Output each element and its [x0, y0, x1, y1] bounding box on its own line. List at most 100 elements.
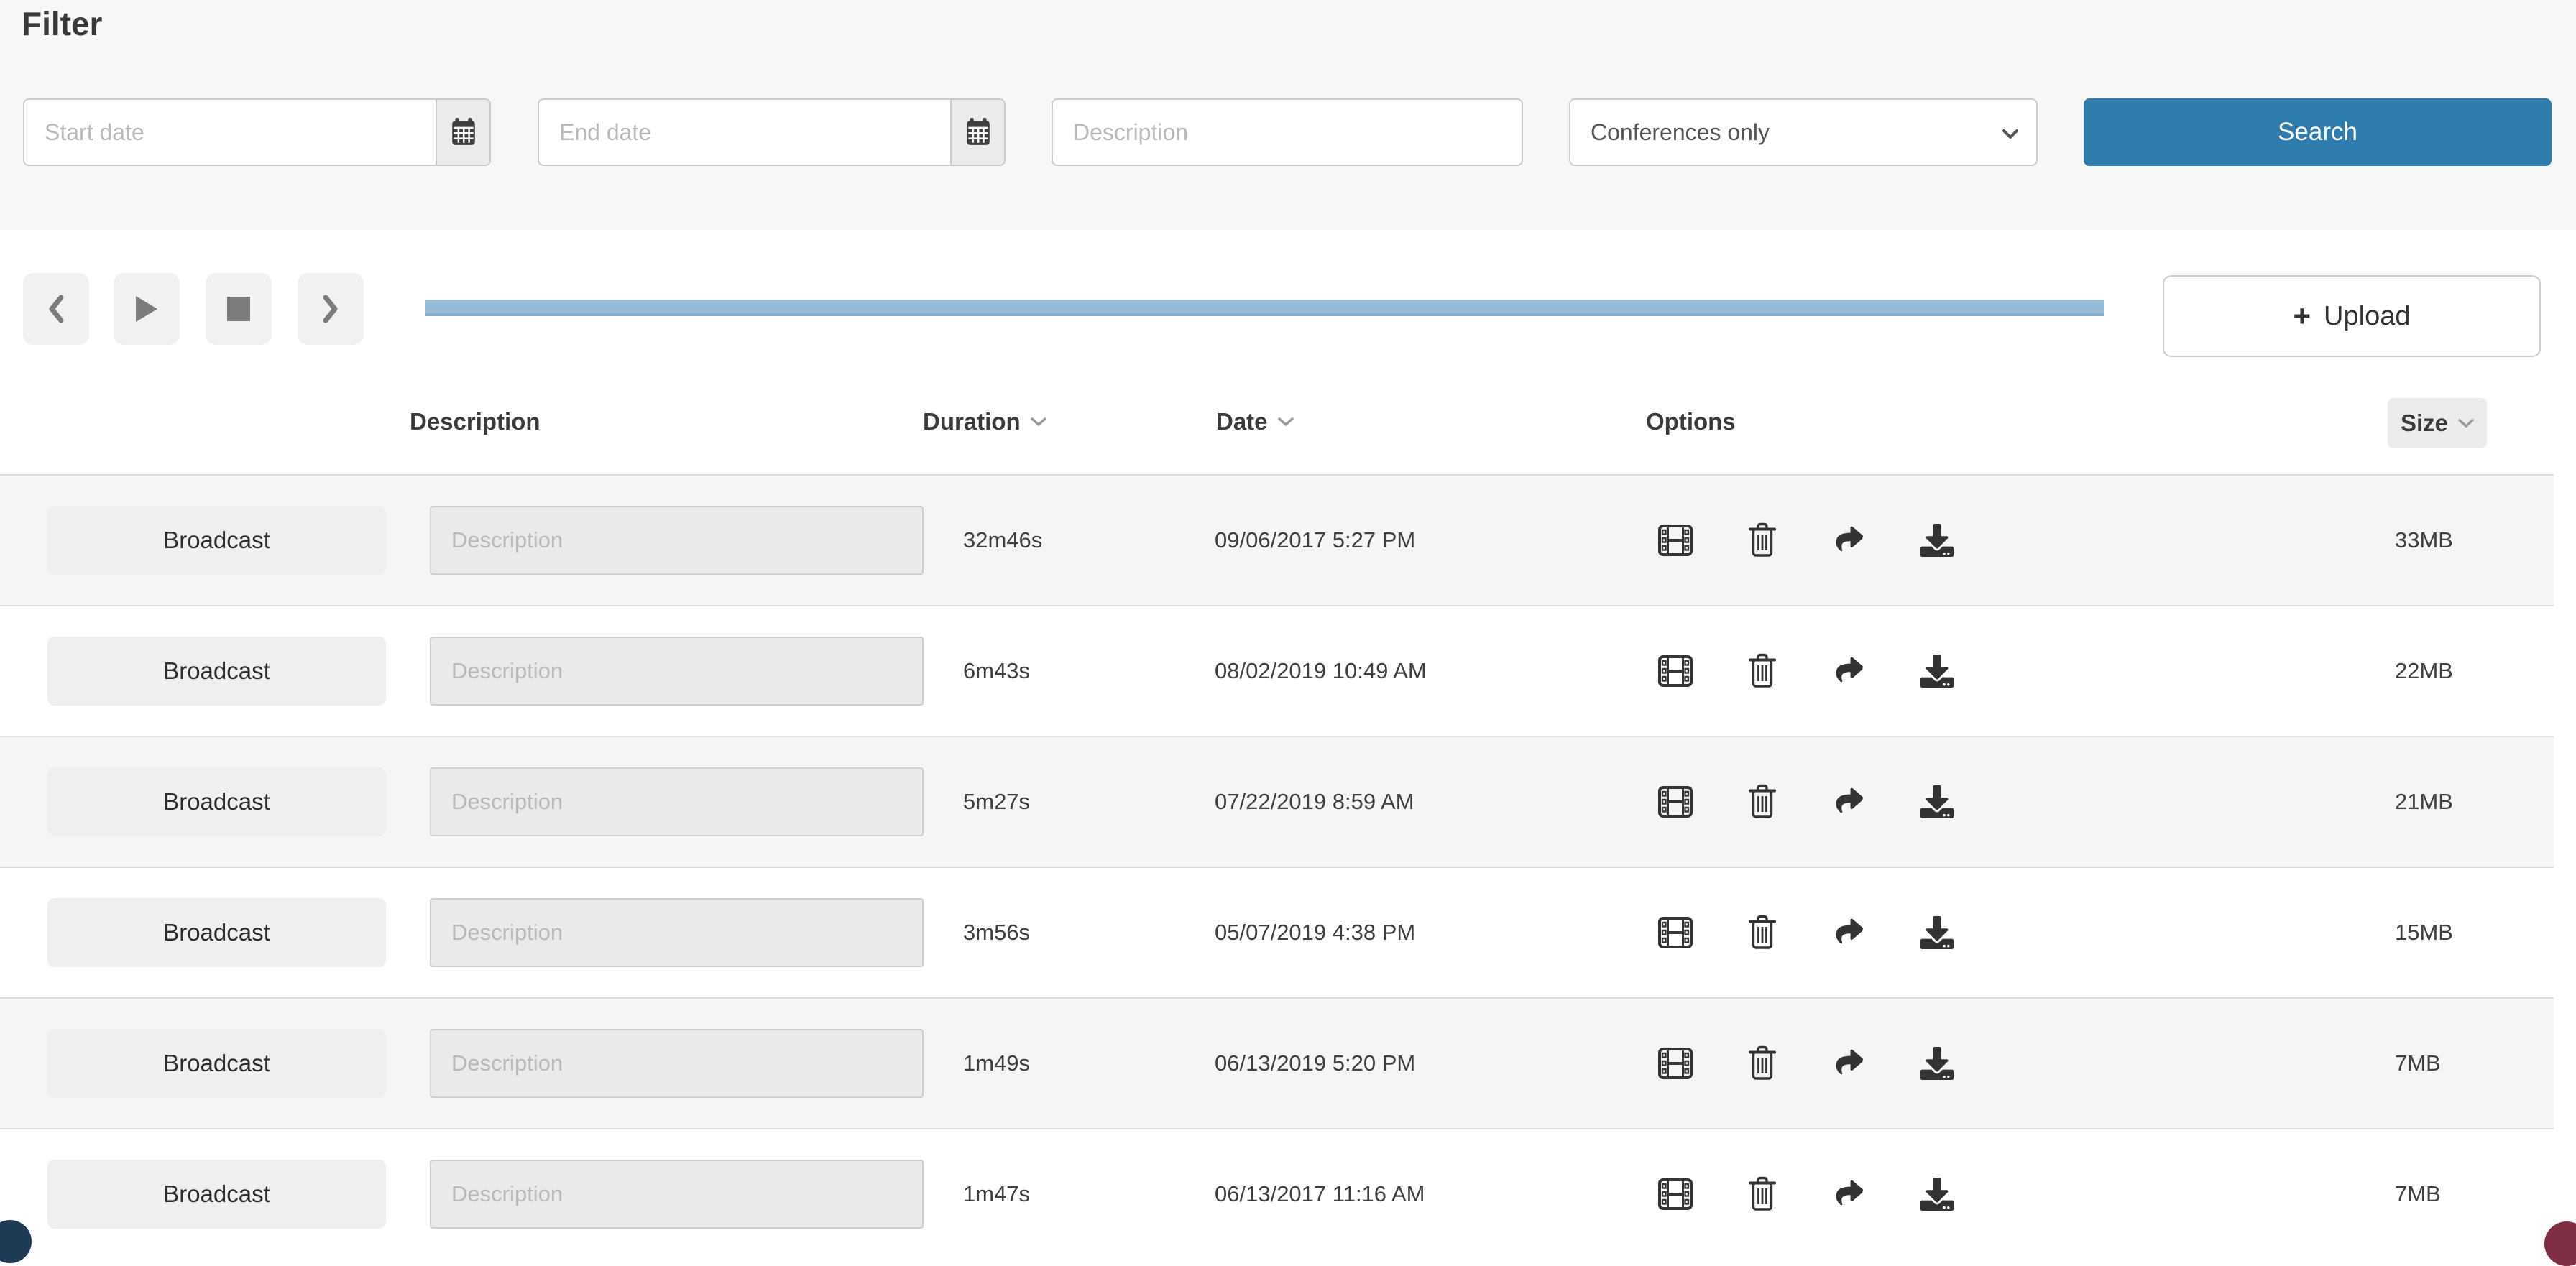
broadcast-button[interactable]: Broadcast — [47, 1160, 386, 1229]
film-icon — [1658, 786, 1693, 818]
next-button[interactable] — [298, 273, 364, 345]
date-cell: 07/22/2019 8:59 AM — [1215, 789, 1414, 814]
delete-button[interactable] — [1748, 1045, 1777, 1081]
download-button[interactable] — [1920, 524, 1954, 557]
column-header-duration-label: Duration — [923, 408, 1021, 435]
share-button[interactable] — [1831, 1049, 1866, 1078]
upload-button-label: Upload — [2324, 300, 2411, 331]
broadcast-button[interactable]: Broadcast — [47, 1029, 386, 1098]
broadcast-button[interactable]: Broadcast — [47, 637, 386, 706]
date-cell: 08/02/2019 10:49 AM — [1215, 658, 1427, 683]
caret-down-icon — [1277, 417, 1294, 426]
caret-down-icon — [1030, 417, 1046, 426]
size-cell: 7MB — [2395, 1181, 2441, 1206]
trash-icon — [1749, 653, 1776, 688]
share-button[interactable] — [1831, 787, 1866, 816]
filter-panel: Filter Start date End date Description C… — [0, 0, 2576, 230]
stop-icon — [227, 297, 250, 321]
download-icon — [1920, 524, 1954, 557]
start-date-input[interactable] — [24, 100, 436, 165]
date-cell: 09/06/2017 5:27 PM — [1215, 527, 1416, 553]
size-cell: 33MB — [2395, 527, 2453, 553]
film-icon — [1658, 525, 1693, 556]
row-description-input[interactable] — [430, 506, 924, 575]
share-arrow-icon — [1836, 526, 1864, 552]
end-date-calendar-button[interactable] — [950, 100, 1004, 165]
video-button[interactable] — [1657, 655, 1693, 688]
duration-cell: 1m49s — [963, 1050, 1031, 1076]
previous-button[interactable] — [23, 273, 89, 345]
column-header-options: Options — [1646, 408, 1736, 435]
broadcast-button[interactable]: Broadcast — [47, 898, 386, 967]
row-description-input[interactable] — [430, 637, 924, 706]
description-filter-input[interactable] — [1052, 98, 1523, 166]
size-cell: 22MB — [2395, 658, 2453, 683]
column-header-description: Description — [410, 408, 540, 435]
page-title: Filter — [22, 5, 103, 42]
column-header-date[interactable]: Date — [1216, 408, 1294, 435]
share-arrow-icon — [1836, 787, 1864, 813]
film-icon — [1658, 1178, 1693, 1210]
film-icon — [1658, 917, 1693, 948]
delete-button[interactable] — [1748, 1176, 1777, 1212]
duration-cell: 1m47s — [963, 1181, 1031, 1206]
download-button[interactable] — [1920, 785, 1954, 818]
calendar-icon — [966, 118, 990, 145]
download-button[interactable] — [1920, 655, 1954, 688]
video-button[interactable] — [1657, 1178, 1693, 1211]
timeline-progress-bar[interactable] — [426, 300, 2104, 316]
chevron-down-icon — [2002, 129, 2018, 139]
upload-button[interactable]: + Upload — [2163, 275, 2541, 357]
calendar-icon — [451, 118, 475, 145]
video-button[interactable] — [1657, 785, 1693, 818]
delete-button[interactable] — [1748, 522, 1777, 558]
stop-button[interactable] — [206, 273, 272, 345]
delete-button[interactable] — [1748, 784, 1777, 820]
table-row: Broadcast 32m46s 09/06/2017 5:27 PM — [0, 474, 2554, 605]
row-options — [1657, 476, 1954, 605]
table-row: Broadcast 3m56s 05/07/2019 4:38 PM — [0, 867, 2554, 997]
column-header-size[interactable]: Size — [2388, 398, 2488, 448]
row-description-input[interactable] — [430, 1029, 924, 1098]
trash-icon — [1749, 915, 1776, 949]
row-description-input[interactable] — [430, 767, 924, 836]
duration-cell: 5m27s — [963, 789, 1031, 814]
download-icon — [1920, 655, 1954, 688]
delete-button[interactable] — [1748, 915, 1777, 951]
row-description-input[interactable] — [430, 1160, 924, 1229]
row-options — [1657, 999, 1954, 1128]
video-button[interactable] — [1657, 524, 1693, 557]
column-header-date-label: Date — [1216, 408, 1268, 435]
share-button[interactable] — [1831, 657, 1866, 685]
broadcast-button[interactable]: Broadcast — [47, 767, 386, 836]
type-filter-select[interactable]: Conferences only — [1569, 98, 2038, 166]
share-arrow-icon — [1836, 1180, 1864, 1206]
download-icon — [1920, 1047, 1954, 1080]
delete-button[interactable] — [1748, 653, 1777, 689]
download-button[interactable] — [1920, 1047, 1954, 1080]
download-button[interactable] — [1920, 1178, 1954, 1211]
share-button[interactable] — [1831, 918, 1866, 947]
search-button[interactable]: Search — [2084, 98, 2552, 166]
share-button[interactable] — [1831, 526, 1866, 555]
end-date-input[interactable] — [539, 100, 950, 165]
download-button[interactable] — [1920, 916, 1954, 949]
row-description-input[interactable] — [430, 898, 924, 967]
row-options — [1657, 606, 1954, 736]
play-icon — [136, 296, 157, 322]
broadcast-button[interactable]: Broadcast — [47, 506, 386, 575]
play-button[interactable] — [114, 273, 180, 345]
column-header-description-label: Description — [410, 408, 540, 435]
table-row: Broadcast 6m43s 08/02/2019 10:49 AM — [0, 605, 2554, 736]
duration-cell: 3m56s — [963, 920, 1031, 945]
date-cell: 06/13/2019 5:20 PM — [1215, 1050, 1416, 1076]
duration-cell: 32m46s — [963, 527, 1043, 553]
caret-down-icon — [2458, 418, 2474, 428]
download-icon — [1920, 916, 1954, 949]
start-date-calendar-button[interactable] — [436, 100, 489, 165]
share-button[interactable] — [1831, 1180, 1866, 1209]
video-button[interactable] — [1657, 1047, 1693, 1080]
video-button[interactable] — [1657, 916, 1693, 949]
column-header-duration[interactable]: Duration — [923, 408, 1046, 435]
plus-icon: + — [2293, 299, 2312, 333]
